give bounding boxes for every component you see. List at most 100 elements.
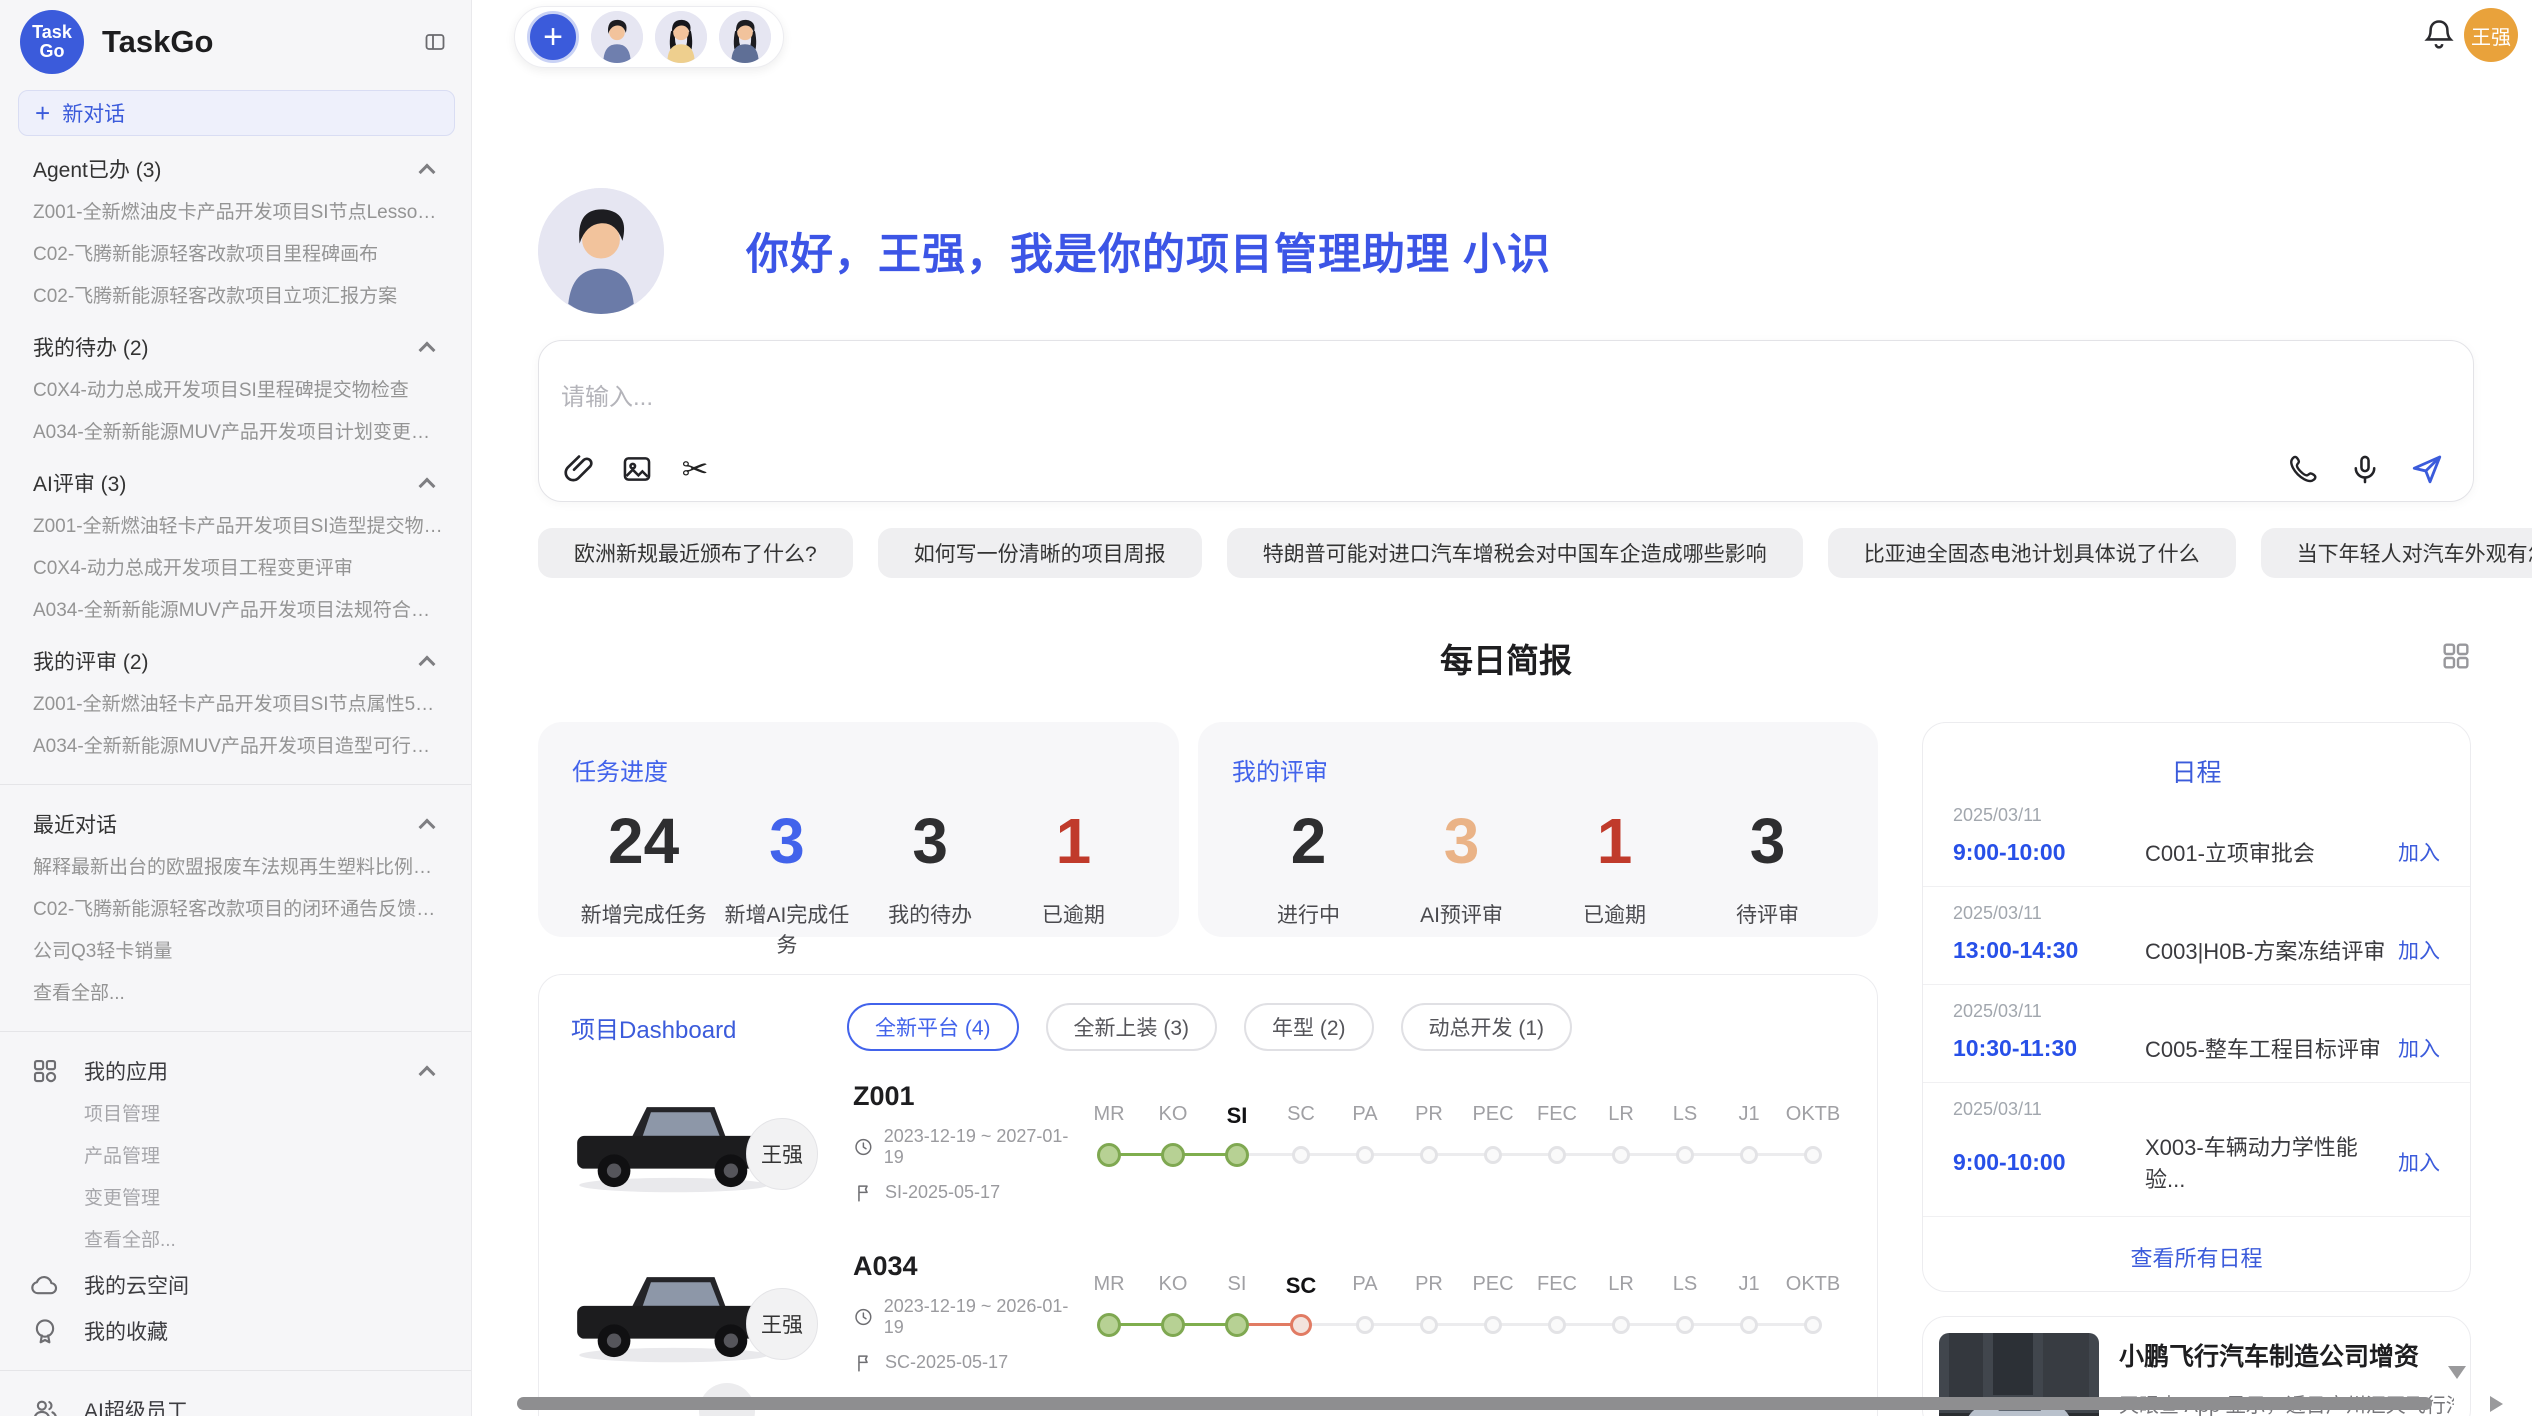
sidebar-task-item[interactable]: A034-全新新能源MUV产品开发项目计划变更表编写 <box>0 412 471 454</box>
milestone-dot-MR[interactable] <box>1097 1313 1121 1337</box>
project-row[interactable]: 王强 Z001 2023-12-19 ~ 2027-01-19 SI-2025-… <box>571 1063 1845 1221</box>
milestone-dot-J1[interactable] <box>1740 1146 1758 1164</box>
milestone-dot-FEC[interactable] <box>1548 1316 1566 1334</box>
schedule-event: 2025/03/11 9:00-10:00 X003-车辆动力学性能验... 加… <box>1923 1082 2470 1212</box>
sidebar-section-header[interactable]: 我的评审 (2) <box>0 638 471 684</box>
sidebar-task-item[interactable]: Z001-全新燃油皮卡产品开发项目SI节点Lesson Learn报告 <box>0 192 471 234</box>
horizontal-scrollbar[interactable] <box>517 1397 2432 1410</box>
agent-avatar[interactable] <box>591 11 643 63</box>
milestone-dot-PA[interactable] <box>1356 1316 1374 1334</box>
event-join-link[interactable]: 加入 <box>2398 1147 2440 1177</box>
sidebar-item[interactable]: 我的云空间 <box>0 1262 471 1308</box>
recent-view-all-link[interactable]: 查看全部... <box>0 973 471 1015</box>
stat-label: 新增完成任务 <box>572 899 715 929</box>
chevron-up-icon[interactable] <box>419 656 436 673</box>
schedule-event: 2025/03/11 9:00-10:00 C001-立项审批会 加入 <box>1923 789 2470 886</box>
milestone-dot-PR[interactable] <box>1420 1146 1438 1164</box>
milestone-dot-PEC[interactable] <box>1484 1146 1502 1164</box>
agent-avatar[interactable] <box>655 11 707 63</box>
suggestion-chip[interactable]: 如何写一份清晰的项目周报 <box>878 528 1202 578</box>
sidebar-item[interactable]: 我的收藏 <box>0 1308 471 1354</box>
scroll-down-arrow-icon[interactable] <box>2448 1366 2466 1379</box>
sidebar-task-item[interactable]: C02-飞腾新能源轻客改款项目里程碑画布 <box>0 234 471 276</box>
dashboard-tab[interactable]: 全新上装 (3) <box>1046 1003 1218 1051</box>
phone-call-icon[interactable] <box>2285 451 2321 487</box>
user-avatar[interactable]: 王强 <box>2464 8 2518 62</box>
sidebar-task-item[interactable]: C0X4-动力总成开发项目SI里程碑提交物检查 <box>0 370 471 412</box>
dashboard-tab[interactable]: 全新平台 (4) <box>847 1003 1019 1051</box>
milestone-dot-OKTB[interactable] <box>1804 1316 1822 1334</box>
sidebar-task-item[interactable]: Z001-全新燃油轻卡产品开发项目SI造型提交物评审 <box>0 506 471 548</box>
milestone-dot-LR[interactable] <box>1612 1146 1630 1164</box>
sidebar-item-my-apps[interactable]: 我的应用 <box>0 1048 471 1094</box>
new-chat-button[interactable]: + 新对话 <box>18 90 455 136</box>
briefing-title: 每日简报 <box>538 634 2474 682</box>
sidebar-task-item[interactable]: A034-全新新能源MUV产品开发项目法规符合性评审 <box>0 590 471 632</box>
milestone-dot-MR[interactable] <box>1097 1143 1121 1167</box>
milestone-dot-PR[interactable] <box>1420 1316 1438 1334</box>
attachment-icon[interactable] <box>561 451 597 487</box>
project-row[interactable]: 王强 A034 2023-12-19 ~ 2026-01-19 SC-2025-… <box>571 1233 1845 1391</box>
event-join-link[interactable]: 加入 <box>2398 837 2440 867</box>
event-date: 2025/03/11 <box>1953 1001 2440 1022</box>
milestone-dot-SC[interactable] <box>1290 1314 1312 1336</box>
sidebar-task-item[interactable]: C0X4-动力总成开发项目工程变更评审 <box>0 548 471 590</box>
milestone-dot-PEC[interactable] <box>1484 1316 1502 1334</box>
suggestion-chip[interactable]: 当下年轻人对汽车外观有怎样的喜好趋势 <box>2261 528 2532 578</box>
event-join-link[interactable]: 加入 <box>2398 935 2440 965</box>
agent-avatar[interactable] <box>719 11 771 63</box>
notification-bell-icon[interactable] <box>2420 16 2458 54</box>
milestone-dot-LR[interactable] <box>1612 1316 1630 1334</box>
app-sub-item[interactable]: 查看全部... <box>0 1220 471 1262</box>
milestone-dot-SC[interactable] <box>1292 1146 1310 1164</box>
milestone-dot-SI[interactable] <box>1225 1313 1249 1337</box>
send-icon[interactable] <box>2409 451 2445 487</box>
collapse-sidebar-icon[interactable] <box>421 30 449 54</box>
sidebar-task-item[interactable]: Z001-全新燃油轻卡产品开发项目SI节点属性5D文件评审 <box>0 684 471 726</box>
milestone-dot-LS[interactable] <box>1676 1316 1694 1334</box>
app-sub-item[interactable]: 项目管理 <box>0 1094 471 1136</box>
milestone-dot-PA[interactable] <box>1356 1146 1374 1164</box>
microphone-icon[interactable] <box>2347 451 2383 487</box>
screenshot-scissors-icon[interactable]: ✂ <box>677 451 713 487</box>
stat-card-title: 任务进度 <box>572 752 1145 787</box>
sidebar-section-header[interactable]: Agent已办 (3) <box>0 146 471 192</box>
dashboard-tab[interactable]: 年型 (2) <box>1244 1003 1374 1051</box>
image-upload-icon[interactable] <box>619 451 655 487</box>
sidebar-section-header[interactable]: 我的待办 (2) <box>0 324 471 370</box>
milestone-dot-SI[interactable] <box>1225 1143 1249 1167</box>
layout-grid-icon[interactable] <box>2440 640 2472 672</box>
dashboard-tab[interactable]: 动总开发 (1) <box>1401 1003 1573 1051</box>
milestone-dot-KO[interactable] <box>1161 1313 1185 1337</box>
chevron-up-icon[interactable] <box>419 164 436 181</box>
recent-chat-item[interactable]: C02-飞腾新能源轻客改款项目的闭环通告反馈情况 <box>0 889 471 931</box>
view-all-schedule-link[interactable]: 查看所有日程 <box>1923 1216 2470 1273</box>
chevron-up-icon[interactable] <box>419 819 436 836</box>
recent-chat-item[interactable]: 解释最新出台的欧盟报废车法规再生塑料比例被调至15%... <box>0 847 471 889</box>
sidebar-section-header-recent[interactable]: 最近对话 <box>0 801 471 847</box>
suggestion-chip[interactable]: 欧洲新规最近颁布了什么? <box>538 528 853 578</box>
milestone-dot-OKTB[interactable] <box>1804 1146 1822 1164</box>
chat-input[interactable] <box>539 341 2473 441</box>
chevron-up-icon[interactable] <box>419 1066 436 1083</box>
event-time: 9:00-10:00 <box>1953 839 2145 866</box>
event-join-link[interactable]: 加入 <box>2398 1033 2440 1063</box>
chevron-up-icon[interactable] <box>419 478 436 495</box>
scroll-right-arrow-icon[interactable] <box>2490 1396 2503 1412</box>
sidebar-task-item[interactable]: A034-全新新能源MUV产品开发项目造型可行性评审 <box>0 726 471 768</box>
sidebar-tool-item[interactable]: AI超级员工 <box>0 1387 471 1416</box>
app-sub-item[interactable]: 变更管理 <box>0 1178 471 1220</box>
milestone-dot-FEC[interactable] <box>1548 1146 1566 1164</box>
project-dashboard-card: 项目Dashboard 全新平台 (4)全新上装 (3)年型 (2)动总开发 (… <box>538 974 1878 1416</box>
milestone-dot-LS[interactable] <box>1676 1146 1694 1164</box>
sidebar-section-header[interactable]: AI评审 (3) <box>0 460 471 506</box>
app-sub-item[interactable]: 产品管理 <box>0 1136 471 1178</box>
chevron-up-icon[interactable] <box>419 342 436 359</box>
milestone-dot-KO[interactable] <box>1161 1143 1185 1167</box>
suggestion-chip[interactable]: 特朗普可能对进口汽车增税会对中国车企造成哪些影响 <box>1227 528 1803 578</box>
sidebar-task-item[interactable]: C02-飞腾新能源轻客改款项目立项汇报方案 <box>0 276 471 318</box>
add-agent-button[interactable]: + <box>527 11 579 63</box>
milestone-dot-J1[interactable] <box>1740 1316 1758 1334</box>
recent-chat-item[interactable]: 公司Q3轻卡销量 <box>0 931 471 973</box>
suggestion-chip[interactable]: 比亚迪全固态电池计划具体说了什么 <box>1828 528 2236 578</box>
